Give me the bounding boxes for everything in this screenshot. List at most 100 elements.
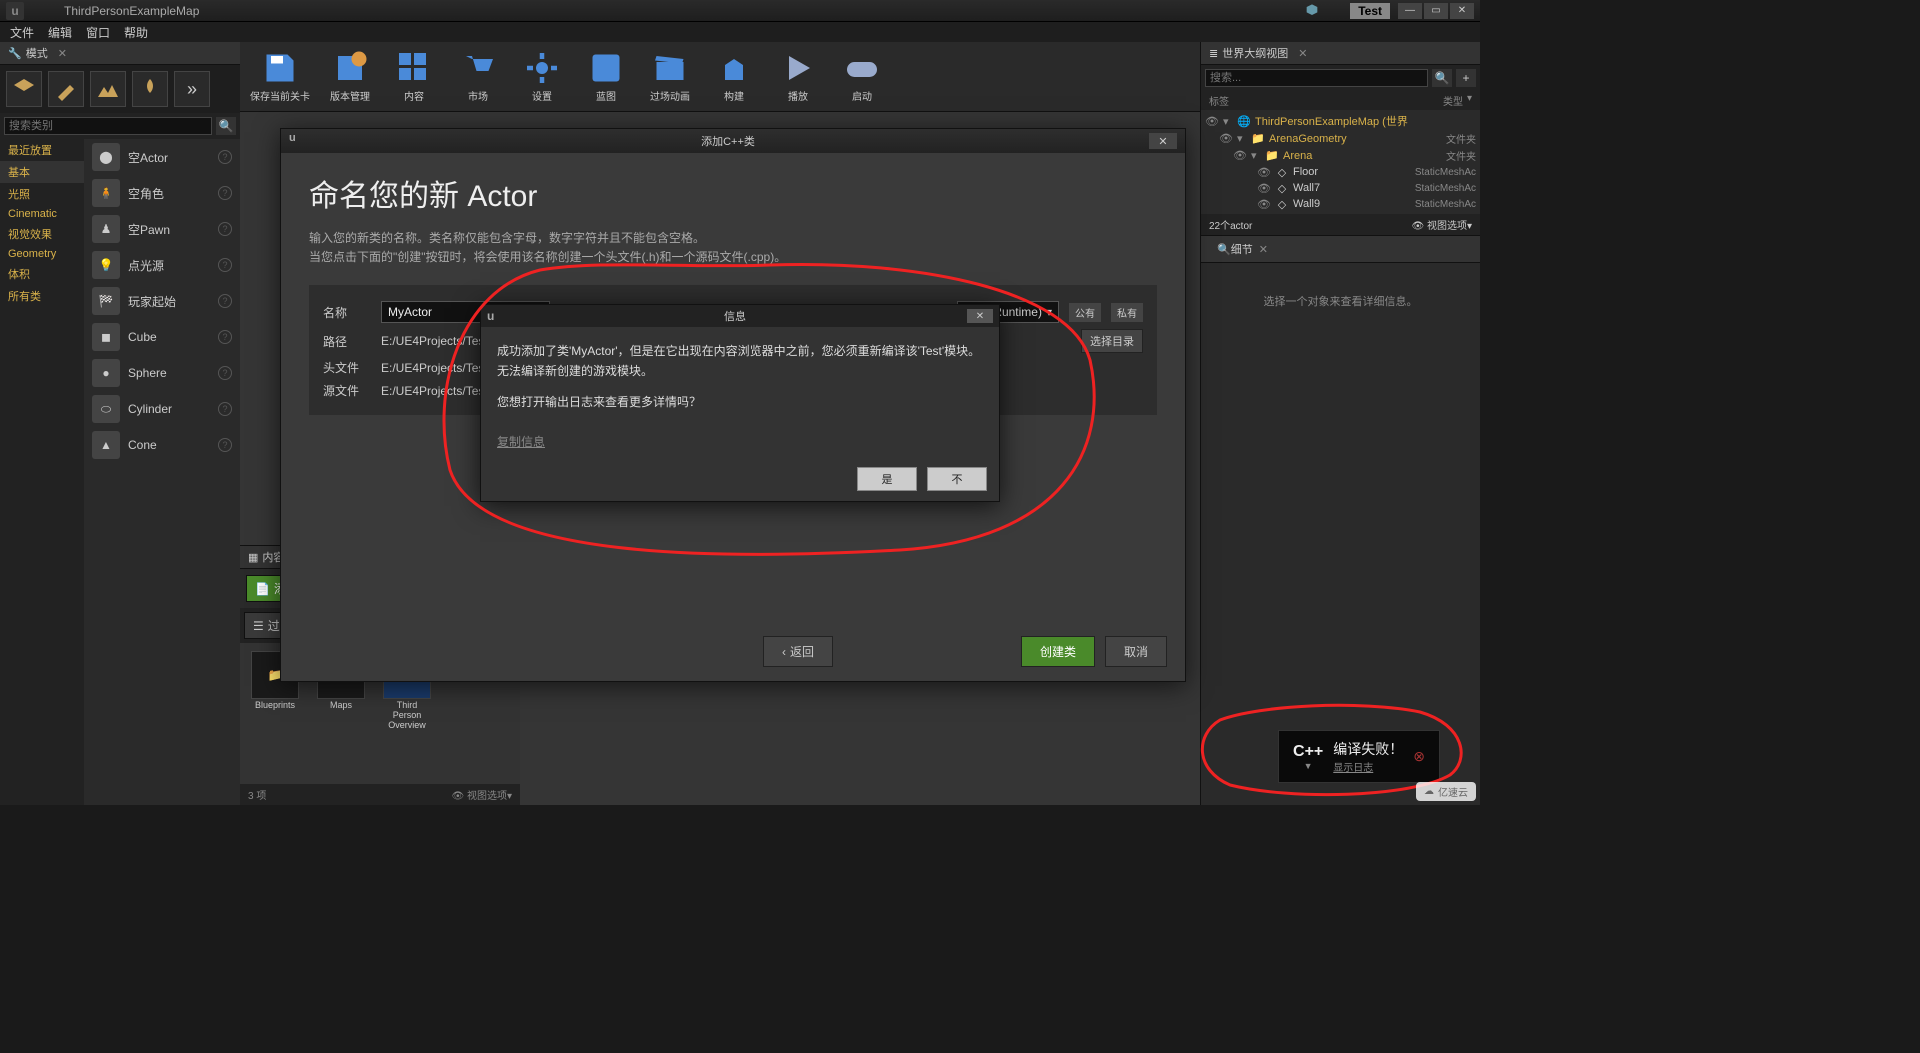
help-icon[interactable]: ? (218, 366, 232, 380)
mode-switcher: » (0, 65, 240, 113)
tree-folder[interactable]: 👁▾📁Arena文件夹 (1201, 147, 1480, 164)
close-tab-icon[interactable]: ✕ (58, 47, 67, 60)
cat-recent[interactable]: 最近放置 (0, 139, 84, 161)
view-options-button[interactable]: 👁 视图选项▾ (451, 787, 512, 802)
close-button[interactable]: ✕ (1149, 133, 1177, 149)
choose-dir-button[interactable]: 选择目录 (1081, 329, 1143, 353)
eye-icon[interactable]: 👁 (1219, 132, 1233, 145)
actor-label: 玩家起始 (128, 293, 176, 310)
search-icon[interactable]: 🔍 (1432, 69, 1452, 87)
close-button[interactable]: ✕ (1450, 3, 1474, 19)
actor-cylinder[interactable]: ⬭Cylinder? (84, 391, 240, 427)
eye-icon[interactable]: 👁 (1257, 198, 1271, 211)
content-button[interactable]: 内容 (390, 50, 438, 103)
source-control-button[interactable]: 版本管理 (326, 50, 374, 103)
cat-geometry[interactable]: Geometry (0, 245, 84, 263)
copy-info-link[interactable]: 复制信息 (497, 432, 545, 452)
actor-char[interactable]: 🧍空角色? (84, 175, 240, 211)
more-modes-icon[interactable]: » (174, 71, 210, 107)
help-icon[interactable]: ? (218, 186, 232, 200)
details-panel: 🔍 细节✕ 选择一个对象来查看详细信息。 (1201, 235, 1480, 805)
actor-sphere[interactable]: ●Sphere? (84, 355, 240, 391)
search-icon[interactable]: 🔍 (216, 117, 236, 135)
eye-icon[interactable]: 👁 (1205, 115, 1219, 128)
blueprints-button[interactable]: 蓝图 (582, 50, 630, 103)
place-mode-icon[interactable] (6, 71, 42, 107)
search-categories-input[interactable] (4, 117, 212, 135)
cat-all[interactable]: 所有类 (0, 285, 84, 307)
tree-item[interactable]: 👁◇FloorStaticMeshAc (1201, 164, 1480, 180)
chevron-down-icon[interactable]: ▾ (1251, 149, 1261, 162)
yes-button[interactable]: 是 (857, 467, 917, 491)
unreal-logo-icon: u (6, 2, 24, 20)
gear-icon (524, 50, 560, 86)
cat-volumes[interactable]: 体积 (0, 263, 84, 285)
menu-window[interactable]: 窗口 (86, 24, 110, 41)
actor-light[interactable]: 💡点光源? (84, 247, 240, 283)
modes-panel-header: 🔧 模式 ✕ (0, 42, 240, 65)
close-tab-icon[interactable]: ✕ (1298, 47, 1307, 60)
tree-root[interactable]: 👁▾🌐ThirdPersonExampleMap (世界 (1201, 112, 1480, 130)
cart-icon (460, 50, 496, 86)
private-button[interactable]: 私有 (1111, 303, 1143, 322)
help-icon[interactable]: ? (218, 222, 232, 236)
help-icon[interactable]: ? (218, 402, 232, 416)
marketplace-button[interactable]: 市场 (454, 50, 502, 103)
back-button[interactable]: ‹返回 (763, 636, 833, 667)
help-icon[interactable]: ? (218, 150, 232, 164)
actor-cone[interactable]: ▲Cone? (84, 427, 240, 463)
help-icon[interactable]: ? (218, 330, 232, 344)
tree-item[interactable]: 👁◇Wall9StaticMeshAc (1201, 196, 1480, 212)
chevron-down-icon[interactable]: ▾ (1223, 115, 1233, 128)
paint-mode-icon[interactable] (48, 71, 84, 107)
cat-cinematic[interactable]: Cinematic (0, 205, 84, 223)
plus-icon[interactable]: + (1456, 69, 1476, 87)
public-button[interactable]: 公有 (1069, 303, 1101, 322)
actor-empty[interactable]: ⬤空Actor? (84, 139, 240, 175)
source-control-icon[interactable] (1304, 3, 1320, 19)
landscape-mode-icon[interactable] (90, 71, 126, 107)
menu-help[interactable]: 帮助 (124, 24, 148, 41)
eye-icon[interactable]: 👁 (1233, 149, 1247, 162)
eye-icon[interactable]: 👁 (1257, 166, 1271, 179)
save-button[interactable]: 保存当前关卡 (250, 50, 310, 103)
eye-icon[interactable]: 👁 (1257, 182, 1271, 195)
build-button[interactable]: 构建 (710, 50, 758, 103)
actor-playerstart[interactable]: 🏁玩家起始? (84, 283, 240, 319)
cancel-button[interactable]: 取消 (1105, 636, 1167, 667)
chevron-down-icon[interactable]: ▾ (1237, 132, 1247, 145)
help-icon[interactable]: ? (218, 294, 232, 308)
no-button[interactable]: 不 (927, 467, 987, 491)
launch-button[interactable]: 启动 (838, 50, 886, 103)
cat-basic[interactable]: 基本 (0, 161, 84, 183)
maximize-button[interactable]: ▭ (1424, 3, 1448, 19)
actor-pawn[interactable]: ♟空Pawn? (84, 211, 240, 247)
name-label: 名称 (323, 304, 371, 321)
compile-failed-toast: C++ ▼ 编译失败！ 显示日志 ⊗ (1278, 730, 1440, 783)
cat-lights[interactable]: 光照 (0, 183, 84, 205)
close-button[interactable]: ✕ (967, 309, 993, 323)
create-class-button[interactable]: 创建类 (1021, 636, 1095, 667)
close-tab-icon[interactable]: ✕ (1259, 243, 1268, 256)
view-options-button[interactable]: 👁 视图选项▾ (1411, 217, 1472, 232)
play-button[interactable]: 播放 (774, 50, 822, 103)
plus-icon: 📄 (255, 582, 270, 596)
help-icon[interactable]: ? (218, 258, 232, 272)
actor-label: 点光源 (128, 257, 164, 274)
help-icon[interactable]: ? (218, 438, 232, 452)
show-log-link[interactable]: 显示日志 (1333, 759, 1403, 774)
chevron-down-icon[interactable]: ▾ (1467, 93, 1472, 108)
tree-folder[interactable]: 👁▾📁ArenaGeometry文件夹 (1201, 130, 1480, 147)
cat-vfx[interactable]: 视觉效果 (0, 223, 84, 245)
cinematics-button[interactable]: 过场动画 (646, 50, 694, 103)
tree-item[interactable]: 👁◇Wall7StaticMeshAc (1201, 180, 1480, 196)
actor-cube[interactable]: ◼Cube? (84, 319, 240, 355)
menu-edit[interactable]: 编辑 (48, 24, 72, 41)
cpp-label: C++ (1293, 743, 1323, 761)
outliner-search-input[interactable] (1205, 69, 1428, 87)
menu-file[interactable]: 文件 (10, 24, 34, 41)
minimize-button[interactable]: — (1398, 3, 1422, 19)
actor-label: Cube (128, 330, 157, 344)
foliage-mode-icon[interactable] (132, 71, 168, 107)
settings-button[interactable]: 设置 (518, 50, 566, 103)
